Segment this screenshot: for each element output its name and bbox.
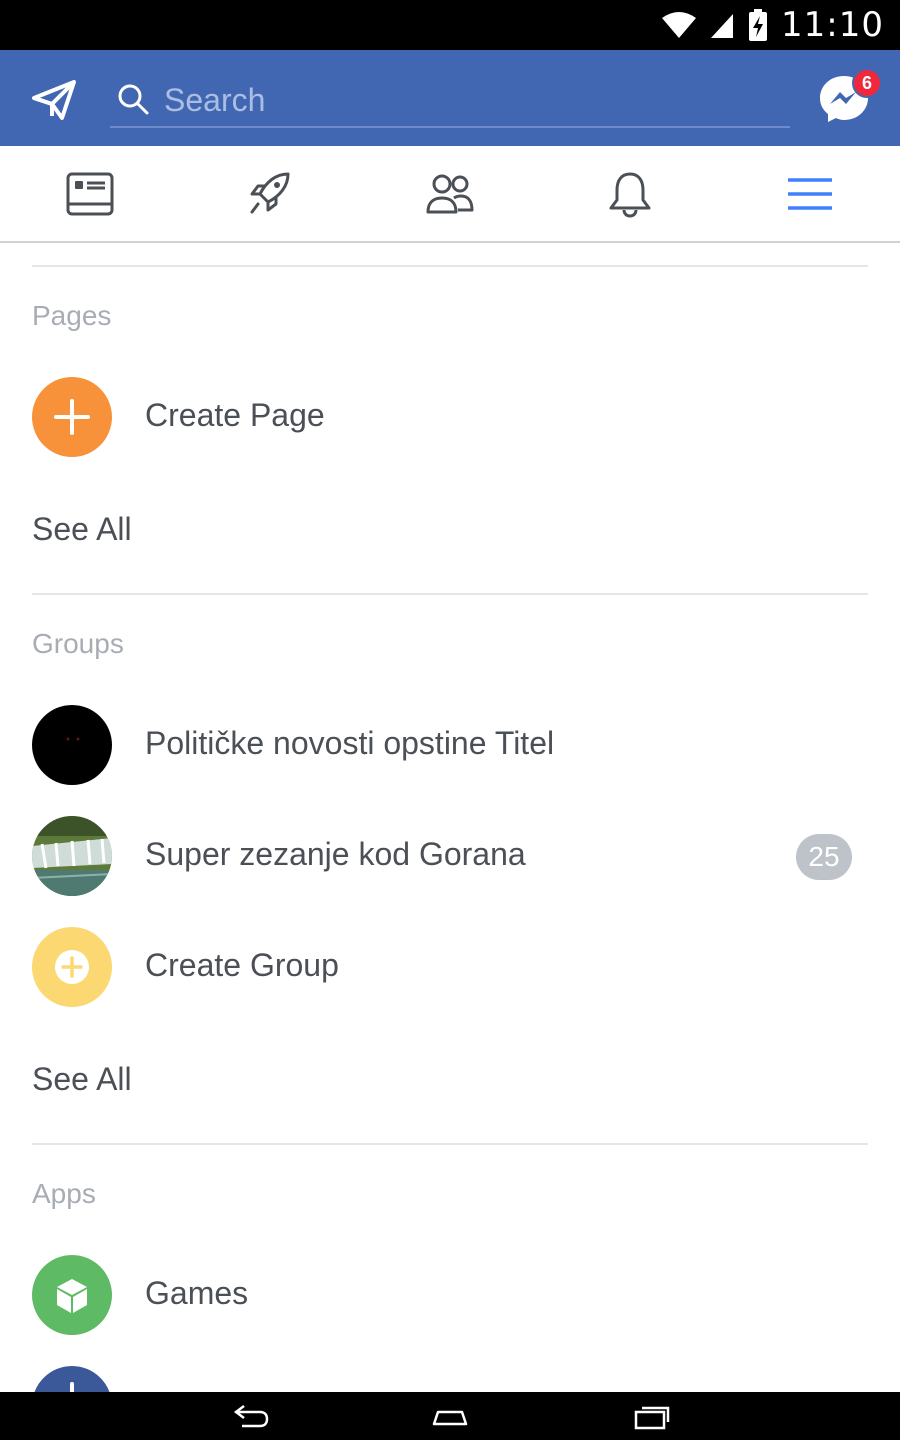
tab-news-feed[interactable] xyxy=(0,146,180,241)
group-label: Političke novosti opstine Titel xyxy=(145,725,555,761)
back-icon[interactable] xyxy=(230,1400,270,1432)
app-label: Games xyxy=(145,1275,249,1311)
games-icon xyxy=(32,1255,112,1335)
group-row[interactable]: Super zezanje kod Gorana 25 xyxy=(0,808,900,904)
divider xyxy=(32,593,868,595)
create-page-row[interactable]: Create Page xyxy=(0,369,900,465)
hamburger-menu-icon xyxy=(788,177,832,210)
create-page-label: Create Page xyxy=(145,397,325,433)
section-title-pages: Pages xyxy=(32,300,112,331)
friends-icon xyxy=(426,174,474,213)
group-row[interactable]: Političke novosti opstine Titel xyxy=(0,697,900,793)
send-icon[interactable] xyxy=(30,76,78,124)
tab-explore[interactable] xyxy=(180,146,360,241)
status-time: 11:10 xyxy=(781,5,884,45)
tab-notifications[interactable] xyxy=(540,146,720,241)
home-icon[interactable] xyxy=(430,1400,470,1432)
messenger-badge: 6 xyxy=(852,68,882,98)
divider xyxy=(32,265,868,267)
wifi-icon xyxy=(662,12,697,38)
section-title-groups: Groups xyxy=(32,628,124,659)
groups-see-all-link[interactable]: See All xyxy=(32,1061,132,1098)
create-group-icon xyxy=(32,927,112,1007)
section-title-apps: Apps xyxy=(32,1178,96,1209)
create-group-row[interactable]: Create Group xyxy=(0,919,900,1015)
tab-menu[interactable] xyxy=(720,146,900,241)
divider xyxy=(32,1143,868,1145)
recent-apps-icon[interactable] xyxy=(632,1400,672,1432)
unread-count-badge: 25 xyxy=(796,834,852,880)
signal-icon xyxy=(711,14,734,38)
menu-content: Pages Create Page See All Groups Politič… xyxy=(0,243,900,1392)
create-group-label: Create Group xyxy=(145,947,339,983)
news-feed-icon xyxy=(66,172,114,215)
search-icon xyxy=(118,84,149,115)
rocket-icon xyxy=(250,172,290,213)
status-icons: 11:10 xyxy=(661,0,884,50)
app-row[interactable] xyxy=(0,1358,900,1392)
app-row[interactable]: Games xyxy=(0,1247,900,1343)
system-nav-bar xyxy=(0,1392,900,1440)
app-icon xyxy=(32,1366,112,1392)
tab-bar xyxy=(0,146,900,243)
search-input[interactable] xyxy=(164,78,764,122)
top-bar: 6 xyxy=(0,50,900,146)
tab-friends[interactable] xyxy=(360,146,540,241)
pages-see-all-link[interactable]: See All xyxy=(32,511,132,548)
group-label: Super zezanje kod Gorana xyxy=(145,836,526,872)
status-bar: 11:10 xyxy=(0,0,900,50)
group-avatar xyxy=(32,705,112,785)
battery-charging-icon xyxy=(749,9,768,41)
group-avatar xyxy=(32,816,112,896)
create-page-icon xyxy=(32,377,112,457)
search-bar[interactable] xyxy=(110,72,790,128)
bell-icon xyxy=(609,172,651,218)
